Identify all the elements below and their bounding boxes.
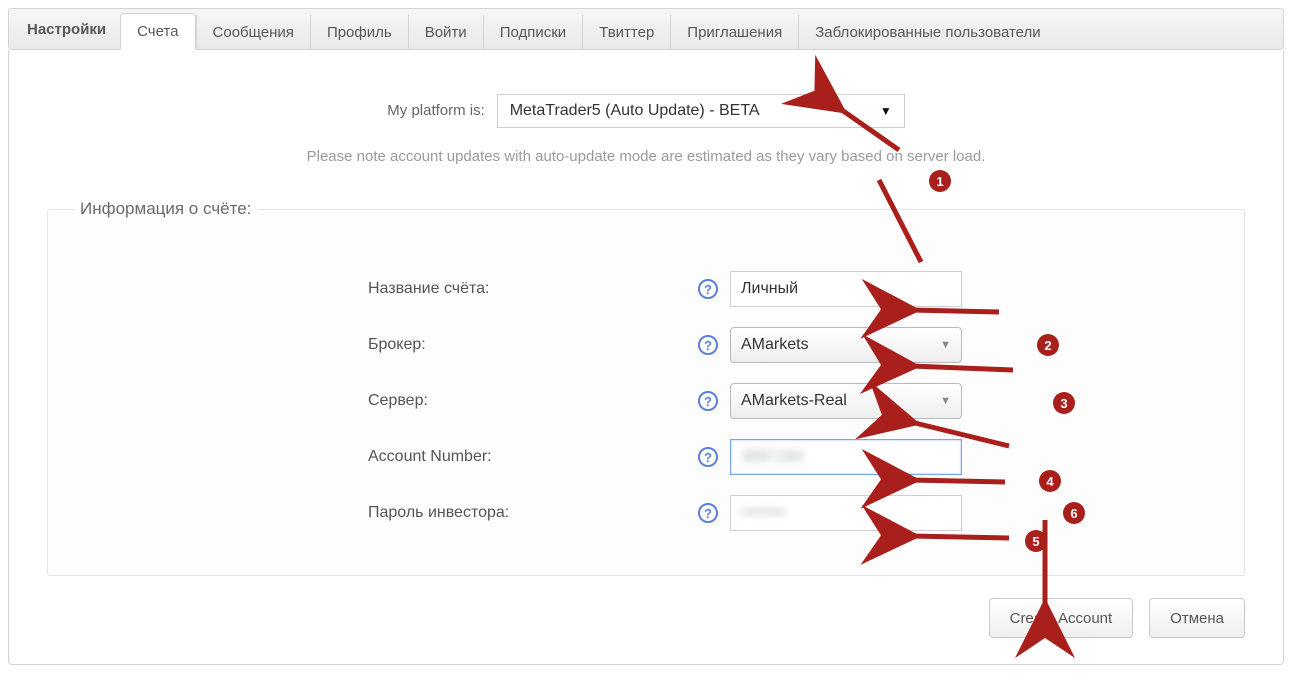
button-row: Create Account Отмена (47, 598, 1245, 638)
investor-password-input[interactable]: •••••••• (730, 495, 962, 531)
platform-row: My platform is: MetaTrader5 (Auto Update… (47, 94, 1245, 128)
tab-profile[interactable]: Профиль (310, 15, 408, 49)
account-name-input[interactable] (730, 271, 962, 307)
label-server: Сервер: (368, 392, 628, 410)
tab-invites[interactable]: Приглашения (670, 15, 798, 49)
tab-label: Приглашения (687, 24, 782, 41)
help-icon[interactable]: ? (698, 279, 718, 299)
tab-label: Счета (137, 23, 178, 40)
help-icon[interactable]: ? (698, 503, 718, 523)
chevron-down-icon: ▼ (880, 104, 892, 118)
label-account-number: Account Number: (368, 448, 628, 466)
chevron-down-icon: ▼ (940, 339, 951, 351)
tab-label: Сообщения (213, 24, 294, 41)
tab-subscriptions[interactable]: Подписки (483, 15, 583, 49)
help-icon[interactable]: ? (698, 447, 718, 467)
auto-update-note: Please note account updates with auto-up… (47, 148, 1245, 165)
annotation-badge-6: 6 (1063, 502, 1085, 524)
row-account-name: Название счёта: ? (68, 261, 1224, 317)
platform-value: MetaTrader5 (Auto Update) - BETA (510, 102, 760, 120)
settings-label: Настройки (13, 9, 120, 49)
fieldset-legend: Информация о счёте: (74, 199, 257, 219)
tab-login[interactable]: Войти (408, 15, 483, 49)
server-select[interactable]: AMarkets-Real ▼ (730, 383, 962, 419)
tab-label: Твиттер (599, 24, 654, 41)
tab-label: Профиль (327, 24, 392, 41)
annotation-badge-4: 4 (1039, 470, 1061, 492)
account-number-value: 3887184 (741, 448, 803, 466)
broker-value: AMarkets (741, 336, 809, 354)
row-server: Сервер: ? AMarkets-Real ▼ (68, 373, 1224, 429)
tab-label: Подписки (500, 24, 567, 41)
account-number-input[interactable]: 3887184 (730, 439, 962, 475)
platform-select[interactable]: MetaTrader5 (Auto Update) - BETA ▼ (497, 94, 905, 128)
chevron-down-icon: ▼ (940, 395, 951, 407)
investor-password-value: •••••••• (741, 504, 786, 522)
broker-select[interactable]: AMarkets ▼ (730, 327, 962, 363)
tab-accounts[interactable]: Счета (120, 13, 195, 50)
tab-label: Войти (425, 24, 467, 41)
create-account-button[interactable]: Create Account (989, 598, 1134, 638)
content-panel: My platform is: MetaTrader5 (Auto Update… (8, 50, 1284, 665)
row-investor-password: Пароль инвестора: ? •••••••• (68, 485, 1224, 541)
tab-messages[interactable]: Сообщения (196, 15, 310, 49)
server-value: AMarkets-Real (741, 392, 847, 410)
tabs-bar: Настройки Счета Сообщения Профиль Войти … (8, 8, 1284, 50)
tab-blocked[interactable]: Заблокированные пользователи (798, 15, 1056, 49)
cancel-button[interactable]: Отмена (1149, 598, 1245, 638)
annotation-badge-5: 5 (1025, 530, 1047, 552)
tab-twitter[interactable]: Твиттер (582, 15, 670, 49)
help-icon[interactable]: ? (698, 391, 718, 411)
label-broker: Брокер: (368, 336, 628, 354)
annotation-badge-2: 2 (1037, 334, 1059, 356)
tab-label: Заблокированные пользователи (815, 24, 1040, 41)
help-icon[interactable]: ? (698, 335, 718, 355)
platform-label: My platform is: (387, 102, 485, 119)
label-investor-password: Пароль инвестора: (368, 504, 628, 522)
label-account-name: Название счёта: (368, 280, 628, 298)
annotation-badge-3: 3 (1053, 392, 1075, 414)
annotation-badge-1: 1 (929, 170, 951, 192)
